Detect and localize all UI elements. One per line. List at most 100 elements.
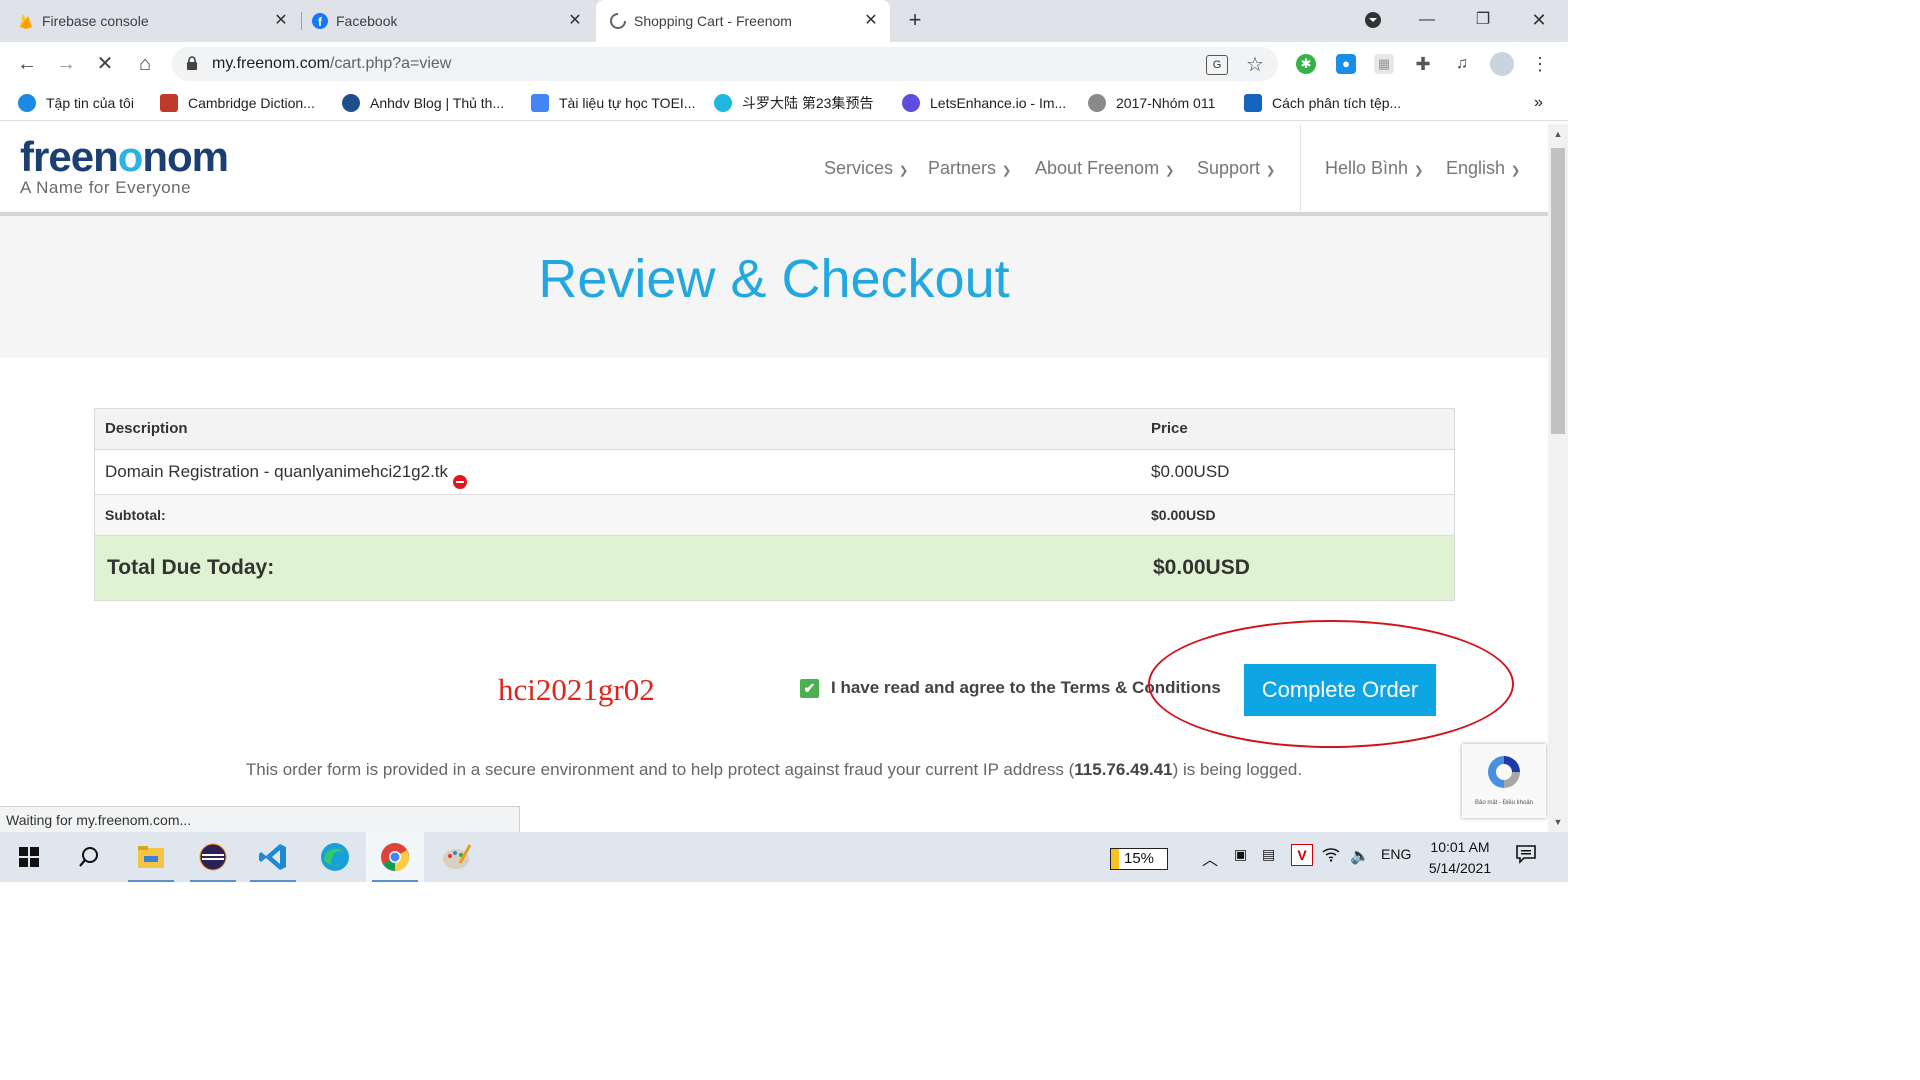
close-tab-icon[interactable]: ✕ [272, 12, 290, 30]
url-text: my.freenom.com/cart.php?a=view [212, 55, 451, 73]
device-icon[interactable]: ▤ [1262, 846, 1275, 863]
bookmark-item[interactable]: Anhdv Blog | Thủ th... [342, 94, 504, 112]
total-value: $0.00USD [1153, 556, 1250, 579]
bookmark-label: Cách phân tích tệp... [1272, 95, 1402, 111]
total-row: Total Due Today: $0.00USD [95, 536, 1454, 600]
bookmark-item[interactable]: LetsEnhance.io - Im... [902, 94, 1066, 112]
restore-icon[interactable]: ❐ [1468, 6, 1498, 34]
battery-indicator[interactable]: 15% [1110, 848, 1168, 870]
media-control-icon[interactable]: ♫ [1452, 54, 1472, 74]
forward-icon[interactable]: → [51, 50, 81, 78]
ip-address: 115.76.49.41 [1074, 760, 1173, 779]
tab-shopping-cart[interactable]: Shopping Cart - Freenom ✕ [596, 0, 890, 42]
security-notice-text: This order form is provided in a secure … [245, 760, 1075, 779]
stop-loading-icon[interactable]: ✕ [90, 50, 120, 78]
menu-partners[interactable]: Partners ❯ [928, 158, 1011, 179]
menu-about-freenom[interactable]: About Freenom ❯ [1035, 158, 1174, 179]
scroll-up-icon[interactable]: ▲ [1548, 126, 1568, 142]
search-icon[interactable] [60, 832, 118, 882]
paint-icon[interactable] [428, 832, 486, 882]
minimize-icon[interactable]: — [1412, 6, 1442, 34]
item-description: Domain Registration - quanlyanimehci21g2… [105, 462, 449, 481]
recaptcha-icon [1488, 756, 1520, 788]
google-docs-icon [531, 94, 549, 112]
address-bar[interactable]: my.freenom.com/cart.php?a=view G ☆ [172, 47, 1278, 81]
extensions-puzzle-icon[interactable]: ✚ [1413, 54, 1433, 74]
edge-icon[interactable] [306, 832, 364, 882]
chrome-icon[interactable] [366, 832, 424, 882]
user-menu[interactable]: Hello Bình ❯ [1325, 158, 1423, 179]
close-tab-icon[interactable]: ✕ [862, 12, 880, 30]
item-description-cell: Domain Registration - quanlyanimehci21g2… [105, 462, 468, 489]
recaptcha-links[interactable]: Bảo mật - Điều khoản [1462, 800, 1546, 806]
menu-label: English [1446, 158, 1506, 178]
tab-title: Shopping Cart - Freenom [634, 13, 792, 29]
total-label: Total Due Today: [107, 556, 275, 579]
antivirus-v-icon[interactable]: V [1291, 844, 1313, 866]
page-scrollbar[interactable]: ▲ ▼ [1548, 124, 1568, 832]
terms-checkbox[interactable]: ✔ [800, 678, 819, 698]
bookmark-star-icon[interactable]: ☆ [1246, 52, 1264, 77]
tab-facebook[interactable]: f Facebook ✕ [312, 0, 594, 42]
language-menu[interactable]: English ❯ [1446, 158, 1520, 179]
item-price: $0.00USD [1151, 462, 1230, 481]
logo-part: free [20, 133, 94, 180]
menu-support[interactable]: Support ❯ [1197, 158, 1275, 179]
page-title: Review & Checkout [538, 249, 1010, 309]
chevron-down-icon: ❯ [1511, 165, 1521, 177]
tab-separator [301, 12, 302, 30]
back-icon[interactable]: ← [12, 50, 42, 78]
tray-overflow-chevron-icon[interactable]: ︿ [1202, 846, 1218, 870]
chrome-menu-icon[interactable]: ⋮ [1530, 54, 1550, 74]
translate-icon[interactable]: G [1206, 55, 1228, 75]
vscode-icon[interactable] [244, 832, 302, 882]
tab-firebase-console[interactable]: Firebase console ✕ [18, 0, 300, 42]
bookmarks-overflow-icon[interactable]: » [1534, 94, 1543, 112]
home-icon[interactable]: ⌂ [130, 50, 160, 78]
notifications-icon[interactable] [1516, 844, 1536, 870]
freenom-logo[interactable]: freenonom A Name for Everyone [20, 133, 229, 198]
meet-now-icon[interactable]: ▣ [1234, 846, 1247, 863]
bookmark-label: 2017-Nhóm 011 [1116, 95, 1216, 111]
menu-label: Hello Bình [1325, 158, 1409, 178]
menu-label: Partners [928, 158, 997, 178]
bookmark-label: Tài liệu tự học TOEI... [559, 95, 696, 111]
remove-item-icon[interactable] [453, 475, 468, 489]
bookmark-item[interactable]: Tài liệu tự học TOEI... [531, 94, 695, 112]
taskbar-running-indicator [190, 880, 236, 882]
red-annotation-circle [1148, 620, 1514, 748]
bookmark-item[interactable]: Cambridge Diction... [160, 94, 315, 112]
extension-drop-icon[interactable]: ● [1336, 54, 1356, 74]
file-explorer-icon[interactable] [122, 832, 180, 882]
scroll-down-icon[interactable]: ▼ [1548, 814, 1568, 830]
facebook-icon: f [312, 13, 328, 29]
group-watermark: hci2021gr02 [498, 672, 655, 707]
browser-toolbar: ← → ✕ ⌂ my.freenom.com/cart.php?a=view G… [0, 42, 1568, 86]
menu-services[interactable]: Services ❯ [824, 158, 908, 179]
eclipse-icon[interactable] [184, 832, 242, 882]
system-clock[interactable]: 10:01 AM 5/14/2021 [1420, 837, 1500, 879]
lock-icon [186, 56, 198, 73]
recaptcha-badge[interactable]: Bảo mật - Điều khoản [1462, 744, 1546, 818]
input-language[interactable]: ENG [1381, 846, 1411, 862]
subtotal-row: Subtotal: $0.00USD [95, 495, 1454, 536]
close-tab-icon[interactable]: ✕ [566, 12, 584, 30]
chevron-down-icon: ❯ [1165, 165, 1175, 177]
bookmark-item[interactable]: Cách phân tích tệp... [1244, 94, 1401, 112]
bookmark-item[interactable]: 2017-Nhóm 011 [1088, 94, 1215, 112]
battery-percent: 15% [1123, 850, 1155, 867]
bookmark-item[interactable]: 斗罗大陆 第23集预告 [714, 94, 873, 112]
extension-grid-icon[interactable]: ▦ [1374, 54, 1394, 74]
windows-start-icon[interactable] [0, 832, 58, 882]
wifi-icon[interactable] [1322, 846, 1340, 865]
close-window-icon[interactable]: ✕ [1524, 6, 1554, 34]
windows-taskbar: 15% ︿ ▣ ▤ V 🔈 ENG 10:01 AM 5/14/2021 [0, 832, 1568, 882]
profile-avatar[interactable] [1490, 52, 1514, 76]
url-path: /cart.php?a=view [329, 55, 452, 72]
volume-icon[interactable]: 🔈 [1350, 846, 1370, 866]
extension-green-icon[interactable]: ✱ [1296, 54, 1316, 74]
new-tab-icon[interactable]: + [900, 6, 930, 34]
bookmark-item[interactable]: Tập tin của tôi [18, 94, 134, 112]
scroll-thumb[interactable] [1551, 148, 1565, 434]
tab-search-icon[interactable] [1358, 6, 1388, 34]
